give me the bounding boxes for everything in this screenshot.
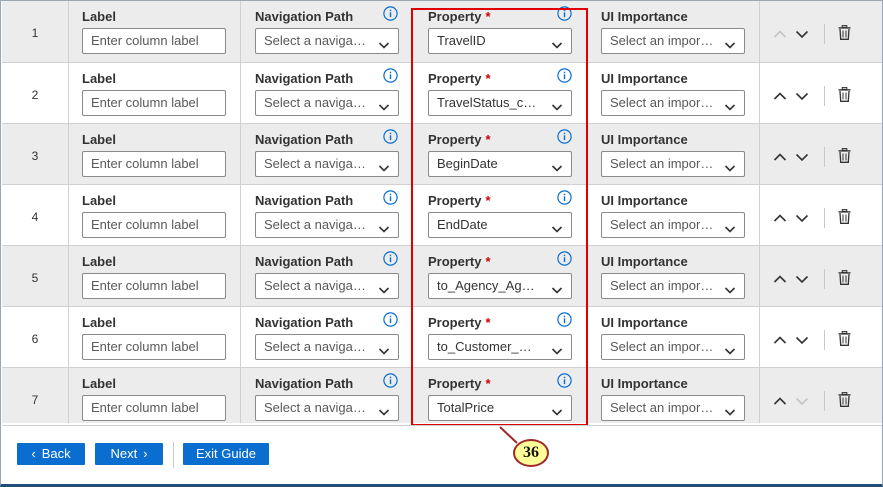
- column-editor-window: 1 Label Enter column label Navigation Path S…: [0, 0, 883, 487]
- callout-pointer: [499, 426, 518, 444]
- step-callout-badge: 36: [513, 439, 549, 467]
